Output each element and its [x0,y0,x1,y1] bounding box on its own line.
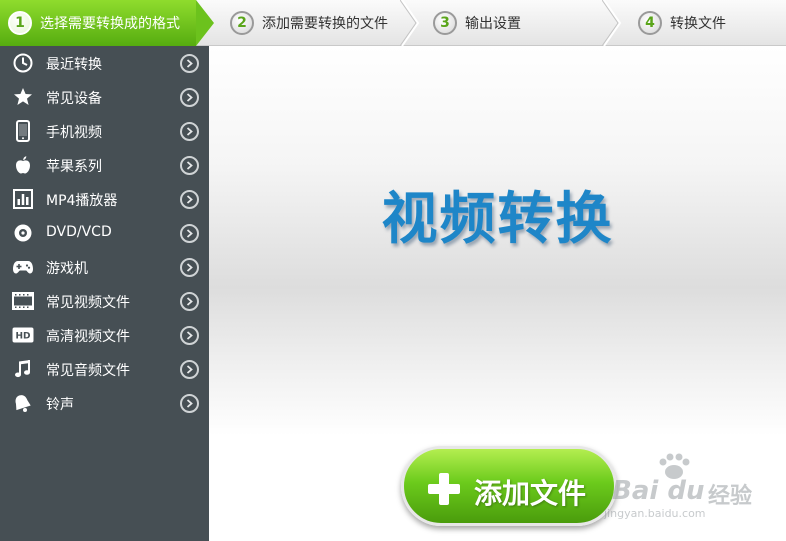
chevron-right-icon[interactable] [180,360,199,379]
sidebar-item-common-video[interactable]: 常见视频文件 [0,284,209,318]
apple-icon [12,155,34,175]
sidebar-item-phone-video[interactable]: 手机视频 [0,114,209,148]
sidebar-item-label: MP4播放器 [46,193,118,209]
step-4-convert[interactable]: 4 转换文件 [630,0,786,46]
chevron-right-icon[interactable] [180,88,199,107]
plus-icon [428,473,460,505]
add-file-label: 添加文件 [474,477,587,510]
step-number: 4 [638,11,662,35]
format-category-sidebar: 最近转换 常见设备 手机视频 苹果系列 MP4播放器 DVD/VCD 游戏机 常… [0,46,209,541]
sidebar-item-label: 铃声 [46,397,74,413]
watermark: Bai du 经验 jingyan.baidu.com [600,452,780,522]
sidebar-item-label: 常见音频文件 [46,363,130,379]
chevron-right-icon[interactable] [180,224,199,243]
bell-icon [12,393,34,413]
chevron-right-icon[interactable] [180,190,199,209]
step-separator-icon [400,0,420,46]
sidebar-item-apple[interactable]: 苹果系列 [0,148,209,182]
step-label: 选择需要转换成的格式 [40,16,180,32]
disc-icon [12,223,34,243]
step-number: 3 [433,11,457,35]
phone-icon [12,120,34,142]
chevron-right-icon[interactable] [180,326,199,345]
film-icon [12,291,34,311]
chevron-right-icon[interactable] [180,156,199,175]
step-label: 添加需要转换的文件 [262,16,388,32]
chevron-right-icon[interactable] [180,122,199,141]
chevron-right-icon[interactable] [180,258,199,277]
star-icon [12,87,34,107]
gamepad-icon [12,257,34,277]
watermark-logo: Bai du [612,476,705,506]
sidebar-item-dvd-vcd[interactable]: DVD/VCD [0,216,209,250]
app-window: 1 选择需要转换成的格式 2 添加需要转换的文件 3 输出设置 4 转换文件 最… [0,0,786,541]
clock-icon [12,53,34,73]
step-separator-icon [602,0,622,46]
chevron-right-icon[interactable] [180,292,199,311]
sidebar-item-label: 游戏机 [46,261,88,277]
svg-text:HD: HD [15,332,30,342]
add-file-button[interactable]: 添加文件 [401,446,617,526]
sidebar-item-label: 最近转换 [46,57,102,73]
chevron-right-icon[interactable] [180,54,199,73]
steps-bar: 1 选择需要转换成的格式 2 添加需要转换的文件 3 输出设置 4 转换文件 [0,0,786,46]
sidebar-item-mp4-player[interactable]: MP4播放器 [0,182,209,216]
hero-title: 视频转换 [381,187,614,252]
sidebar-item-label: DVD/VCD [46,224,112,240]
step-number: 1 [8,11,32,35]
chevron-right-icon[interactable] [180,394,199,413]
step-label: 输出设置 [465,16,521,32]
step-label: 转换文件 [670,16,726,32]
watermark-url: jingyan.baidu.com [604,507,706,520]
sidebar-item-game-console[interactable]: 游戏机 [0,250,209,284]
sidebar-item-ringtone[interactable]: 铃声 [0,386,209,420]
sidebar-item-recent[interactable]: 最近转换 [0,46,209,80]
sidebar-item-hd-video[interactable]: HD 高清视频文件 [0,318,209,352]
sidebar-item-label: 常见设备 [46,91,102,107]
sidebar-item-label: 苹果系列 [46,159,102,175]
step-number: 2 [230,11,254,35]
step-1-select-format[interactable]: 1 选择需要转换成的格式 [0,0,214,46]
sidebar-item-label: 高清视频文件 [46,329,130,345]
step-3-output-settings[interactable]: 3 输出设置 [425,0,605,46]
watermark-suffix: 经验 [708,484,753,509]
sidebar-item-label: 手机视频 [46,125,102,141]
hd-icon: HD [12,325,34,345]
step-2-add-files[interactable]: 2 添加需要转换的文件 [222,0,402,46]
hero-banner: 视频转换 [209,46,786,436]
music-note-icon [12,359,34,379]
sidebar-item-devices[interactable]: 常见设备 [0,80,209,114]
sidebar-item-common-audio[interactable]: 常见音频文件 [0,352,209,386]
sidebar-item-label: 常见视频文件 [46,295,130,311]
mp4-player-icon [12,189,34,209]
